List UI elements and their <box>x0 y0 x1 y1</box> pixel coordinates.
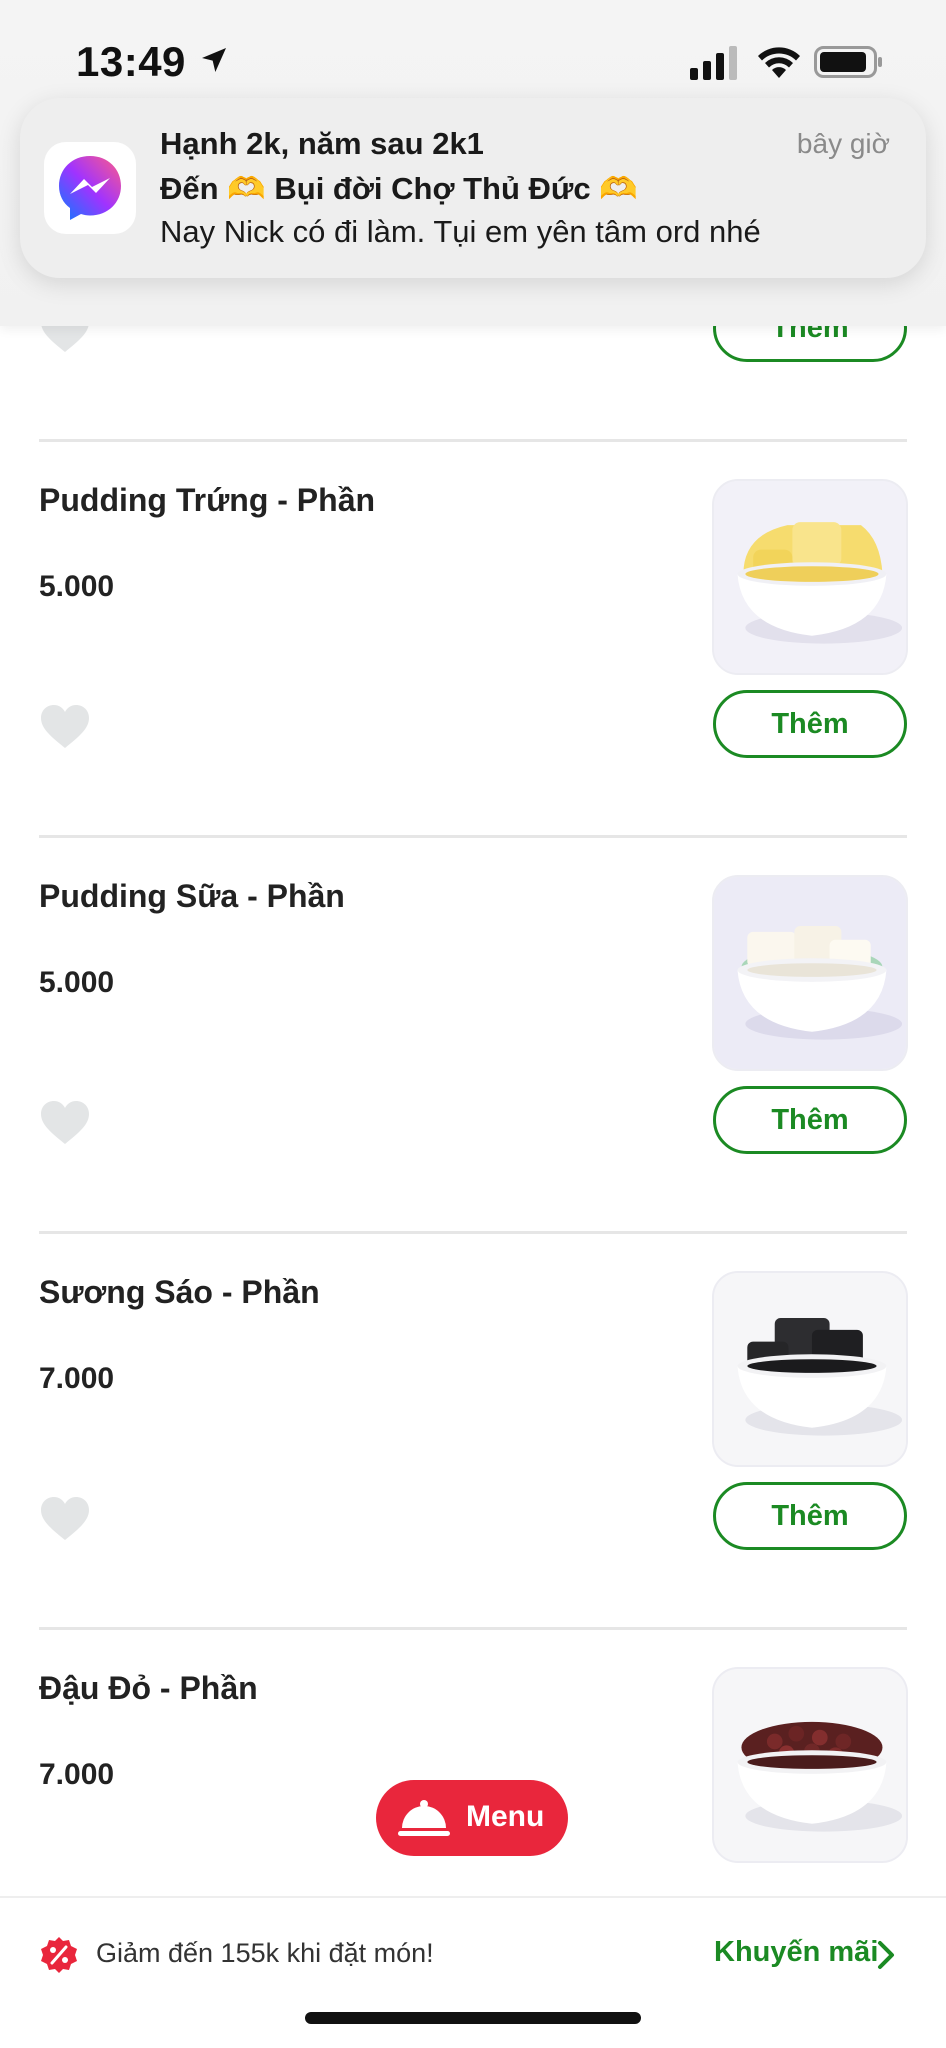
item-name: Pudding Trứng - Phần <box>39 482 376 518</box>
cellular-signal-icon <box>690 46 737 80</box>
item-image-egg-pudding[interactable] <box>712 479 908 675</box>
item-name: Sương Sáo - Phần <box>39 1274 320 1310</box>
message-notification[interactable]: Hạnh 2k, năm sau 2k1 bây giờ Đến 🫶 Bụi đ… <box>20 98 926 278</box>
heart-icon[interactable] <box>40 1496 90 1542</box>
discount-icon <box>41 1937 77 1973</box>
status-bar: 13:49 <box>0 0 946 110</box>
item-name: Đậu Đỏ - Phần <box>39 1670 258 1706</box>
item-price: 5.000 <box>39 966 115 999</box>
menu-item[interactable]: Sương Sáo - Phần 7.000 Thêm <box>0 1234 946 1630</box>
promo-bar[interactable]: Giảm đến 155k khi đặt món! Khuyến mãi <box>0 1896 946 2048</box>
messenger-icon <box>44 142 136 234</box>
item-price: 7.000 <box>39 1758 115 1791</box>
promo-text: Giảm đến 155k khi đặt món! <box>96 1938 434 1968</box>
notification-time: bây giờ <box>796 128 890 159</box>
item-image-red-bean[interactable] <box>712 1667 908 1863</box>
item-image-grass-jelly[interactable] <box>712 1271 908 1467</box>
heart-icon[interactable] <box>40 1100 90 1146</box>
menu-button-label: Menu <box>466 1800 545 1833</box>
add-button[interactable]: Thêm <box>713 1482 907 1550</box>
location-arrow-icon <box>202 48 226 72</box>
status-time: 13:49 <box>76 38 186 85</box>
chevron-right-icon[interactable] <box>876 1940 896 1970</box>
cloche-icon <box>398 1800 450 1836</box>
home-indicator[interactable] <box>305 2012 641 2024</box>
item-name: Pudding Sữa - Phần <box>39 878 345 914</box>
notification-title: Hạnh 2k, năm sau 2k1 <box>160 126 484 161</box>
menu-item[interactable]: Pudding Trứng - Phần 5.000 Thêm <box>0 442 946 838</box>
wifi-icon <box>758 47 800 78</box>
item-price: 5.000 <box>39 570 115 603</box>
notification-subtitle: Đến 🫶 Bụi đời Chợ Thủ Đức 🫶 <box>160 171 638 206</box>
heart-icon[interactable] <box>40 704 90 750</box>
add-button[interactable]: Thêm <box>713 1086 907 1154</box>
menu-item[interactable]: Pudding Sữa - Phần 5.000 Thêm <box>0 838 946 1234</box>
item-price: 7.000 <box>39 1362 115 1395</box>
battery-icon <box>814 46 882 78</box>
menu-button[interactable]: Menu <box>376 1780 568 1856</box>
add-button[interactable]: Thêm <box>713 690 907 758</box>
item-image-milk-pudding[interactable] <box>712 875 908 1071</box>
promo-link[interactable]: Khuyến mãi <box>714 1936 878 1969</box>
notification-body: Nay Nick có đi làm. Tụi em yên tâm ord n… <box>160 214 761 249</box>
